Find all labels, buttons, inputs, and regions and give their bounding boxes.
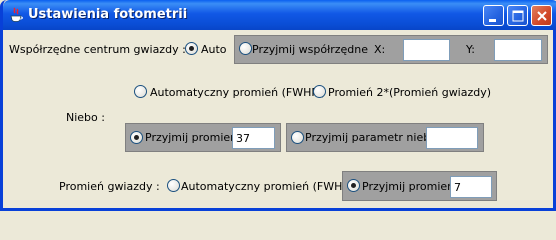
- auto-center-label[interactable]: Auto: [201, 43, 227, 56]
- java-app-icon[interactable]: [9, 7, 23, 23]
- x-coordinate-label: X:: [374, 43, 386, 56]
- manual-coordinates-label[interactable]: Przyjmij współrzędne: [252, 43, 368, 56]
- close-button[interactable]: [531, 5, 552, 26]
- y-coordinate-label: Y:: [466, 43, 475, 56]
- manual-coordinates-radio[interactable]: [239, 42, 252, 55]
- title-bar[interactable]: Ustawienia fotometrii: [3, 0, 556, 30]
- sky-auto-fwhm-label[interactable]: Automatyczny promień (FWHM): [150, 86, 325, 99]
- star-accept-radius-radio[interactable]: [347, 179, 360, 192]
- star-auto-fwhm-radio[interactable]: [167, 179, 180, 192]
- sky-double-radius-radio[interactable]: [313, 85, 326, 98]
- star-radius-input[interactable]: [450, 176, 492, 198]
- star-radius-label: Promień gwiazdy :: [59, 180, 160, 193]
- sky-accept-radius-radio[interactable]: [130, 131, 143, 144]
- sky-accept-param-radio[interactable]: [291, 131, 304, 144]
- star-center-label: Współrzędne centrum gwiazdy :: [9, 43, 186, 56]
- close-icon: [537, 11, 547, 21]
- sky-auto-fwhm-radio[interactable]: [134, 85, 147, 98]
- x-coordinate-input[interactable]: [403, 39, 450, 61]
- window-title: Ustawienia fotometrii: [28, 7, 188, 22]
- minimize-button[interactable]: [483, 5, 504, 26]
- sky-accept-radius-label[interactable]: Przyjmij promień: [145, 131, 237, 144]
- auto-center-radio[interactable]: [185, 42, 198, 55]
- y-coordinate-input[interactable]: [494, 39, 542, 61]
- star-accept-radius-label[interactable]: Przyjmij promień: [362, 180, 454, 193]
- sky-radius-input[interactable]: [232, 127, 275, 149]
- minimize-icon: [489, 19, 496, 22]
- sky-double-radius-label[interactable]: Promień 2*(Promień gwiazdy): [328, 86, 491, 99]
- sky-param-input[interactable]: [426, 127, 478, 149]
- maximize-icon: [512, 10, 524, 22]
- star-auto-fwhm-label[interactable]: Automatyczny promień (FWHM): [181, 180, 356, 193]
- maximize-button[interactable]: [507, 5, 528, 26]
- sky-label: Niebo :: [66, 111, 105, 124]
- sky-accept-param-label[interactable]: Przyjmij parametr nieba: [305, 131, 437, 144]
